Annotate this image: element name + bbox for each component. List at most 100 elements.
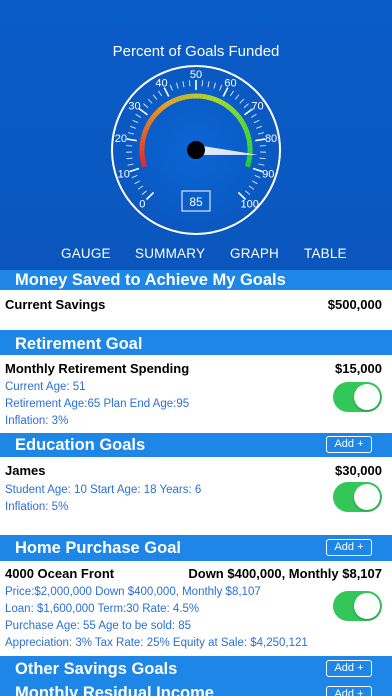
gauge-arc-segment: [139, 139, 146, 144]
tab-gauge[interactable]: GAUGE: [61, 246, 111, 261]
tab-graph[interactable]: GRAPH: [230, 246, 279, 261]
home-goal-toggle[interactable]: [333, 591, 382, 621]
home-purchase-name: 4000 Ocean Front: [5, 566, 115, 581]
retirement-header-label: Retirement Goal: [15, 335, 143, 353]
gauge-tick-label: 10: [118, 168, 130, 180]
education-detail-ages: Student Age: 10 Start Age: 18 Years: 6: [5, 484, 202, 496]
gauge-arc-segment: [152, 111, 159, 118]
current-savings-amount: $500,000: [327, 297, 382, 312]
gauge-arc-segment: [148, 116, 155, 123]
education-row-james[interactable]: James $30,000 Student Age: 10 Start Age:…: [0, 457, 392, 533]
gauge-arc-segment: [140, 159, 147, 165]
gauge-tick-label: 100: [241, 199, 259, 211]
gauge-tick-label: 0: [139, 199, 145, 211]
gauge-arc-segment: [245, 159, 252, 165]
gauge-arc-segment: [226, 104, 233, 111]
residual-income-header: Monthly Residual Income Add +: [0, 682, 392, 696]
gauge-arc-segment: [244, 162, 251, 168]
gauge-tick-label: 30: [128, 100, 140, 112]
retirement-spending-label: Monthly Retirement Spending: [5, 361, 190, 376]
gauge-arc-segment: [168, 98, 175, 105]
toggle-knob: [354, 593, 380, 619]
education-header: Education Goals Add +: [0, 433, 392, 457]
current-savings-label: Current Savings: [5, 297, 106, 312]
add-home-purchase-button[interactable]: Add +: [326, 539, 372, 556]
gauge-tick-label: 50: [190, 69, 202, 81]
gauge-arc-segment: [165, 100, 172, 107]
retirement-spending-amount: $15,000: [335, 361, 382, 376]
retirement-row[interactable]: Monthly Retirement Spending $15,000 Curr…: [0, 355, 392, 433]
tab-table[interactable]: TABLE: [304, 246, 347, 261]
gauge-arc-segment: [246, 139, 253, 144]
gauge-tick-label: 40: [155, 77, 167, 89]
gauge-arc-segment: [181, 94, 187, 101]
home-detail-loan: Loan: $1,600,000 Term:30 Rate: 4.5%: [5, 603, 200, 615]
money-saved-header: Money Saved to Achieve My Goals: [0, 270, 392, 290]
gauge-arc-segment: [239, 119, 246, 126]
retirement-detail-inflation: Inflation: 3%: [5, 415, 69, 427]
add-other-savings-button[interactable]: Add +: [326, 660, 372, 677]
home-purchase-header-label: Home Purchase Goal: [15, 539, 181, 557]
education-amount: $30,000: [335, 463, 382, 478]
gauge-arc-segment: [246, 156, 253, 161]
education-detail-inflation: Inflation: 5%: [5, 501, 69, 513]
gauge-tick-label: 70: [251, 100, 263, 112]
gauge-arc-segment: [142, 129, 149, 135]
gauge-arc-segment: [202, 93, 207, 100]
education-header-label: Education Goals: [15, 436, 146, 454]
gauge-arc-segment: [140, 135, 147, 141]
home-detail-appreciation: Appreciation: 3% Tax Rate: 25% Equity at…: [5, 637, 308, 649]
gauge-arc-segment: [162, 102, 169, 109]
gauge-arc-segment: [150, 113, 157, 120]
gauge-arc-segment: [220, 100, 227, 107]
retirement-header: Retirement Goal: [0, 330, 392, 355]
gauge-arc-segment: [231, 108, 238, 115]
tab-summary[interactable]: SUMMARY: [135, 246, 205, 261]
gauge-arc-segment: [243, 129, 250, 135]
gauge-arc-segment: [244, 132, 251, 138]
gauge-tick: [201, 80, 203, 87]
gauge-tick: [189, 80, 191, 87]
home-purchase-header: Home Purchase Goal Add +: [0, 535, 392, 561]
gauge-arc-segment: [146, 119, 153, 126]
gauge-arc-segment: [241, 122, 248, 129]
gauge-arc-segment: [214, 97, 221, 104]
funding-gauge: 0 10 20 30 40 50 60 70 80 90 100 85: [111, 65, 281, 235]
gauge-arc-segment: [159, 104, 166, 111]
home-detail-ages: Purchase Age: 55 Age to be sold: 85: [5, 620, 192, 632]
gauge-arc-segment: [141, 162, 148, 168]
gauge-arc-segment: [175, 96, 181, 103]
gauge-arc-segment: [211, 96, 217, 103]
gauge-value-readout: 85: [189, 195, 203, 209]
gauge-arc-segment: [217, 98, 224, 105]
add-education-button[interactable]: Add +: [326, 436, 372, 453]
gauge-arc-segment: [233, 111, 240, 118]
gauge-arc-segment: [154, 108, 161, 115]
gauge-tick-label: 20: [115, 133, 127, 145]
home-detail-price: Price:$2,000,000 Down $400,000, Monthly …: [5, 586, 261, 598]
add-residual-income-button[interactable]: Add +: [326, 686, 372, 696]
gauge-arc-segment: [143, 125, 150, 132]
gauge-arc-segment: [139, 156, 146, 161]
toggle-knob: [354, 484, 380, 510]
gauge-arc-segment: [157, 106, 164, 113]
gauge-arc-segment: [171, 97, 178, 104]
home-purchase-summary: Down $400,000, Monthly $8,107: [188, 566, 382, 581]
gauge-arc-segment: [242, 125, 249, 132]
other-savings-header-label: Other Savings Goals: [15, 660, 178, 678]
gauge-panel: Percent of Goals Funded 0 10 20 30 40 50 60 70 8…: [0, 0, 392, 272]
view-tabs: GAUGE SUMMARY GRAPH TABLE: [0, 246, 392, 266]
goals-list: Money Saved to Achieve My Goals Current …: [0, 270, 392, 696]
current-savings-row[interactable]: Current Savings $500,000: [0, 290, 392, 330]
gauge-tick-label: 80: [265, 133, 277, 145]
gauge-arc-segment: [178, 95, 184, 102]
gauge-arc-segment: [141, 132, 148, 138]
education-goal-toggle[interactable]: [333, 482, 382, 512]
toggle-knob: [354, 384, 380, 410]
residual-income-header-label: Monthly Residual Income: [15, 684, 214, 696]
retirement-goal-toggle[interactable]: [333, 382, 382, 412]
other-savings-header: Other Savings Goals Add +: [0, 656, 392, 682]
gauge-arc-segment: [205, 94, 211, 101]
home-purchase-row[interactable]: 4000 Ocean Front Down $400,000, Monthly …: [0, 561, 392, 656]
education-student-name: James: [5, 463, 46, 478]
